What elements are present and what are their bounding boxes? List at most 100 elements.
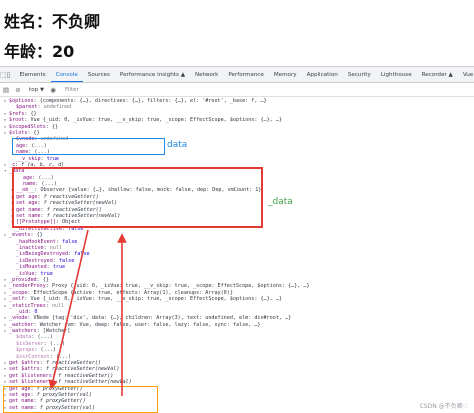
console-value: Proxy {_uid: 0, _isVue: true, __v_skip: …	[51, 283, 310, 290]
console-value: (...)	[41, 181, 57, 188]
console-value: {}	[36, 232, 43, 239]
console-value: false	[74, 251, 90, 258]
console-key: _hasHookEvent	[16, 238, 56, 245]
console-key: set $attrs	[9, 366, 40, 373]
tab-recorder[interactable]: Recorder ▲	[417, 67, 458, 82]
console-value: undefined	[40, 136, 69, 143]
data-annotation-label: data	[167, 140, 188, 150]
console-value: (...)	[49, 340, 66, 347]
console-value: f proxySetter(val)	[36, 391, 92, 398]
console-value: f proxyGetter()	[39, 398, 86, 405]
console-value: {}	[51, 123, 59, 130]
console-key: _watchers	[9, 328, 37, 335]
console-key: $props	[16, 347, 35, 354]
console-key: _data	[9, 168, 25, 175]
console-key: set age	[9, 391, 31, 398]
clear-console-icon[interactable]: ⊘	[12, 84, 24, 97]
console-toolbar: ▤ ⊘ top ▼ ◉	[0, 84, 474, 97]
console-value: true	[40, 270, 53, 277]
console-value: EffectScope {active: true, effects: Arra…	[33, 289, 233, 296]
console-value: {}	[30, 110, 37, 117]
context-select[interactable]: top ▼	[26, 86, 47, 95]
console-key: $ssrContext	[16, 353, 50, 360]
console-value: Vue {_uid: 0, _isVue: true, __v_skip: tr…	[30, 117, 282, 124]
console-value: {}	[33, 129, 40, 136]
tab-sources[interactable]: Sources	[83, 67, 115, 82]
console-value: (...)	[55, 353, 72, 360]
console-key: _self	[9, 296, 25, 303]
console-value: false	[62, 238, 78, 245]
console-value: Object	[62, 219, 81, 226]
tab-vue[interactable]: Vue	[458, 67, 474, 82]
page-age-heading: 年龄：20	[4, 42, 75, 61]
tab-memory[interactable]: Memory	[269, 67, 302, 82]
console-key: $root	[9, 117, 25, 124]
console-value: f reactiveSetter(newVal)	[45, 366, 120, 373]
console-value: (...)	[31, 142, 47, 149]
console-key: _provided	[9, 276, 37, 283]
console-line[interactable]: ▸ set name: f proxySetter(val)	[0, 405, 474, 411]
devtools-tab-bar: ⬚ ▯ Elements Console Sources Performance in…	[0, 67, 474, 83]
inspect-element-icon[interactable]: ⬚	[0, 67, 7, 82]
console-key: _isBeingDestroyed	[16, 251, 69, 258]
console-value: true	[46, 155, 59, 162]
console-key: _directInactive	[16, 225, 63, 232]
console-key: age	[16, 142, 26, 149]
console-value: (...)	[38, 174, 54, 181]
console-key: _isDestroyed	[16, 257, 53, 264]
console-value: f reactiveSetter(newVal)	[58, 379, 132, 386]
console-key: _watcher	[9, 321, 34, 328]
console-key: _vnode	[9, 315, 28, 322]
console-value: VNode {tag: 'div', data: {…}, children: …	[33, 315, 292, 322]
console-value: Vue {_uid: 0, _isVue: true, __v_skip: tr…	[30, 296, 282, 303]
console-value: 0	[34, 308, 38, 315]
devtools-panel: ⬚ ▯ Elements Console Sources Performance in…	[0, 66, 474, 413]
console-key: set age	[16, 200, 38, 207]
console-value: f reactiveGetter()	[43, 193, 99, 200]
console-value: (...)	[37, 334, 53, 341]
console-output: ▸ $options: {components: {…}, directives:…	[0, 98, 474, 413]
tab-lighthouse[interactable]: Lighthouse	[376, 67, 417, 82]
console-value: (...)	[34, 149, 50, 156]
tab-performance-insights[interactable]: Performance insights ▲	[115, 67, 190, 82]
tab-network[interactable]: Network	[190, 67, 223, 82]
console-value: f reactiveGetter()	[46, 206, 102, 213]
console-key: $isServer	[16, 340, 44, 347]
console-value: f reactiveSetter(newVal)	[43, 200, 118, 207]
device-toolbar-icon[interactable]: ▯	[7, 67, 11, 82]
console-value: undefined	[43, 104, 72, 111]
console-value: [Watcher]	[42, 328, 71, 335]
console-value: f reactiveSetter(newVal)	[46, 213, 121, 220]
sidebar-toggle-icon[interactable]: ▤	[0, 84, 12, 97]
console-key: set name	[16, 213, 41, 220]
context-select-value: top	[29, 87, 39, 93]
eye-icon[interactable]: ◉	[47, 84, 59, 97]
console-key: get $listeners	[9, 372, 52, 379]
console-key: get $attrs	[9, 360, 40, 367]
console-value: f reactiveGetter()	[58, 372, 114, 379]
console-key: name	[16, 149, 29, 156]
tab-application[interactable]: Application	[302, 67, 343, 82]
console-value: Observer {value: {…}, shallow: false, mo…	[40, 187, 262, 194]
console-key: set name	[9, 404, 34, 411]
filter-input[interactable]	[65, 85, 206, 95]
tab-security[interactable]: Security	[343, 67, 376, 82]
console-key: __v_skip	[16, 155, 41, 162]
console-key: _isMounted	[16, 264, 47, 271]
console-value: false	[58, 257, 75, 264]
console-key: get age	[16, 193, 38, 200]
chevron-down-icon: ▼	[40, 87, 45, 93]
console-key: get name	[9, 398, 34, 405]
page-name-heading: 姓名：不负卿	[4, 12, 101, 31]
tab-console[interactable]: Console	[50, 67, 84, 82]
console-key: $data	[16, 334, 32, 341]
tab-performance[interactable]: Performance	[223, 67, 268, 82]
watermark: CSDN @不负卿♡	[419, 403, 468, 410]
console-key: get age	[9, 385, 31, 392]
tab-elements[interactable]: Elements	[14, 67, 50, 82]
console-key: [[Prototype]]	[16, 219, 56, 226]
devtools-tabs: Elements Console Sources Performance insigh…	[14, 67, 474, 82]
console-key: $options	[9, 98, 34, 104]
console-key: __ob__	[16, 187, 35, 194]
console-value: f (a, b, c, d)	[21, 161, 65, 168]
